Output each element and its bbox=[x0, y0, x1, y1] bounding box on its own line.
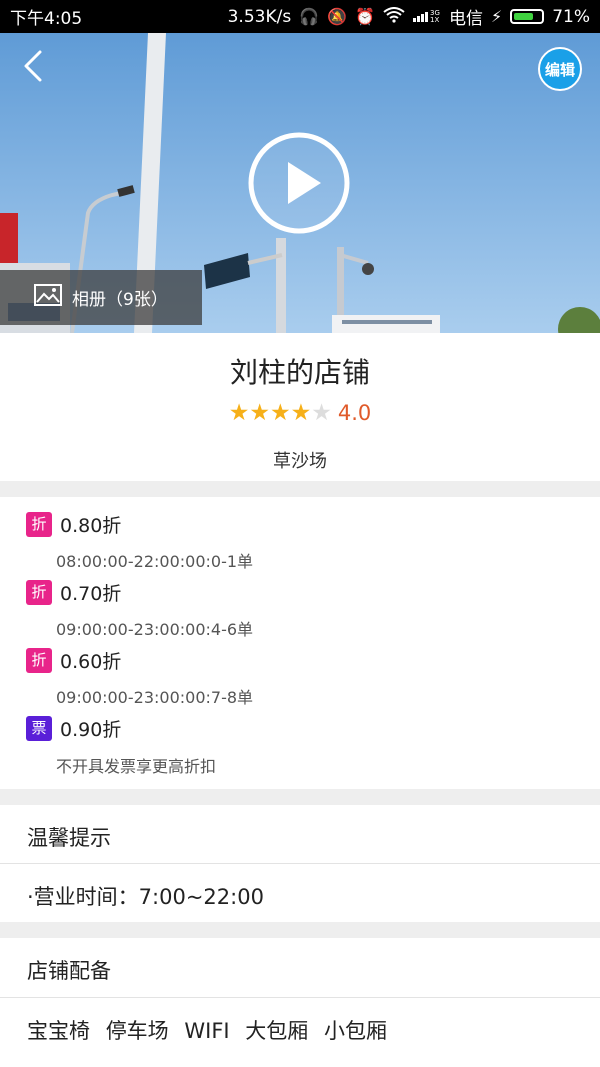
play-video-button[interactable] bbox=[248, 132, 350, 234]
battery-percent: 71% bbox=[552, 6, 590, 27]
album-button[interactable]: 相册（9张） bbox=[0, 270, 202, 325]
discount-item: 票 0.90折 bbox=[26, 715, 121, 742]
shop-rating: ★★★★★ 4.0 bbox=[0, 401, 600, 425]
section-gap bbox=[0, 789, 600, 805]
charging-icon: ⚡ bbox=[490, 7, 503, 26]
photo-album-icon bbox=[34, 284, 62, 311]
facility-item: 大包厢 bbox=[245, 1019, 309, 1043]
discount-subtitle: 09:00:00-23:00:00:4-6单 bbox=[56, 620, 254, 639]
facilities-title: 店铺配备 bbox=[27, 959, 111, 983]
discount-subtitle: 09:00:00-23:00:00:7-8单 bbox=[56, 688, 254, 707]
status-bar: 下午4:05 3.53K/s 🎧 🔕 ⏰ 3G 1X 电信 ⚡ 71% bbox=[0, 0, 600, 33]
edit-button[interactable]: 编辑 bbox=[538, 47, 582, 91]
discount-item: 折 0.60折 bbox=[26, 647, 121, 674]
business-hours: ·营业时间：7:00~22:00 bbox=[27, 885, 264, 909]
discount-subtitle: 08:00:00-22:00:00:0-1单 bbox=[56, 552, 254, 571]
discount-title: 0.60折 bbox=[60, 651, 122, 673]
discount-item: 折 0.70折 bbox=[26, 579, 121, 606]
rating-stars: ★★★★★ bbox=[228, 399, 332, 426]
discount-title: 0.90折 bbox=[60, 719, 122, 741]
invoice-badge: 票 bbox=[26, 716, 52, 741]
discount-title: 0.70折 bbox=[60, 583, 122, 605]
star-filled-icon: ★ bbox=[290, 399, 312, 426]
star-filled-icon: ★ bbox=[269, 399, 291, 426]
divider bbox=[0, 863, 600, 864]
carrier-name: 电信 bbox=[448, 9, 483, 29]
signal-icon: 3G 1X bbox=[412, 7, 441, 27]
rating-value: 4.0 bbox=[337, 401, 372, 425]
alarm-icon: ⏰ bbox=[355, 7, 375, 26]
play-icon bbox=[248, 132, 350, 234]
back-arrow-icon bbox=[24, 50, 42, 82]
facility-item: WIFI bbox=[184, 1019, 230, 1043]
tips-title: 温馨提示 bbox=[27, 826, 111, 850]
discount-title: 0.80折 bbox=[60, 515, 122, 537]
shop-name: 刘柱的店铺 bbox=[229, 356, 370, 389]
facility-item: 宝宝椅 bbox=[27, 1019, 90, 1043]
star-empty-icon: ★ bbox=[311, 399, 332, 426]
section-gap bbox=[0, 922, 600, 938]
battery-icon bbox=[510, 9, 545, 24]
shop-location: 草沙场 bbox=[273, 451, 327, 472]
discount-badge: 折 bbox=[26, 512, 52, 537]
facility-item: 小包厢 bbox=[323, 1019, 387, 1043]
mute-bell-icon: 🔕 bbox=[327, 7, 348, 26]
tips-section: 温馨提示 ·营业时间：7:00~22:00 bbox=[0, 805, 600, 922]
headphones-icon: 🎧 bbox=[299, 7, 320, 26]
discount-badge: 折 bbox=[26, 580, 52, 605]
discount-badge: 折 bbox=[26, 648, 52, 673]
facility-item: 停车场 bbox=[105, 1019, 169, 1043]
svg-text:1X: 1X bbox=[430, 16, 439, 23]
album-label: 相册（9张） bbox=[72, 290, 168, 310]
status-time: 下午4:05 bbox=[10, 9, 83, 29]
shop-hero-image[interactable]: 编辑 相册（9张） bbox=[0, 33, 600, 333]
facilities-section: 店铺配备 宝宝椅 停车场 WIFI 大包厢 小包厢 bbox=[0, 938, 600, 1067]
discount-item: 折 0.80折 bbox=[26, 511, 121, 538]
wifi-icon bbox=[383, 6, 405, 27]
network-speed: 3.53K/s bbox=[227, 6, 292, 27]
discount-subtitle: 不开具发票享更高折扣 bbox=[56, 757, 217, 776]
section-gap bbox=[0, 481, 600, 497]
back-button[interactable] bbox=[18, 49, 52, 83]
divider bbox=[0, 997, 600, 998]
shop-info: 刘柱的店铺 ★★★★★ 4.0 草沙场 bbox=[0, 333, 600, 481]
star-filled-icon: ★ bbox=[228, 399, 250, 426]
star-filled-icon: ★ bbox=[249, 399, 270, 426]
facilities-list: 宝宝椅 停车场 WIFI 大包厢 小包厢 bbox=[27, 1015, 396, 1045]
discount-list: 折 0.80折 08:00:00-22:00:00:0-1单 折 0.70折 09:… bbox=[0, 497, 600, 789]
